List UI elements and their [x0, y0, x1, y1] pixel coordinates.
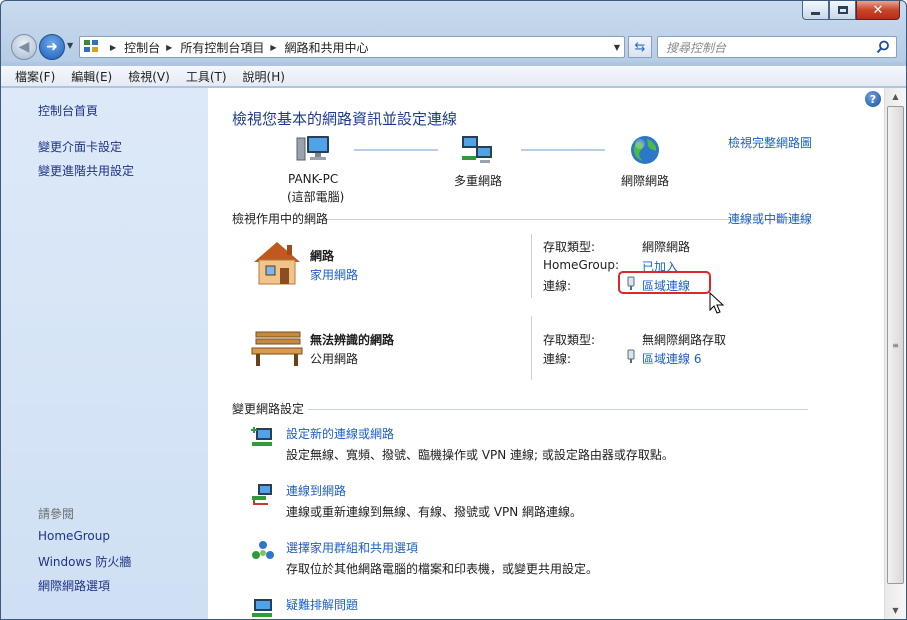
section-divider — [308, 409, 808, 410]
computer-icon — [296, 136, 329, 161]
access-type-label: 存取類型: — [543, 333, 596, 347]
map-multiple-networks-label: 多重網路 — [454, 174, 503, 188]
public-network-type: 公用網路 — [310, 352, 359, 366]
connect-to-network-desc: 連線或重新連線到無線、有線、撥號或 VPN 網路連線。 — [286, 505, 583, 519]
title-bar: ✕ — [1, 1, 906, 29]
homegroup-label: HomeGroup: — [543, 258, 620, 272]
sidebar-homegroup[interactable]: HomeGroup — [38, 529, 110, 543]
map-internet-label: 網際網路 — [621, 174, 670, 188]
connect-disconnect-link[interactable]: 連線或中斷連線 — [728, 210, 812, 227]
connect-network-icon — [252, 484, 272, 505]
recent-pages-dropdown[interactable]: ▼ — [67, 41, 73, 50]
arrow-left-icon: ◀ — [18, 39, 30, 55]
scroll-thumb[interactable]: ≡ — [887, 106, 904, 584]
search-icon[interactable] — [876, 40, 890, 54]
map-computer-sublabel: (這部電腦) — [287, 190, 345, 204]
homegroup-sharing-icon — [252, 541, 274, 559]
caption-buttons: ✕ — [802, 1, 900, 20]
local-connection-6-link[interactable]: 區域連線 6 — [642, 350, 701, 367]
map-link-line — [354, 149, 438, 151]
back-button[interactable]: ◀ — [11, 34, 37, 60]
sidebar-windows-firewall[interactable]: Windows 防火牆 — [38, 553, 131, 570]
map-computer-label: PANK-PC — [288, 172, 339, 186]
breadcrumb-separator-icon: ▶ — [110, 42, 117, 52]
ethernet-icon — [627, 349, 635, 363]
search-placeholder: 搜尋控制台 — [666, 40, 727, 55]
troubleshoot-link[interactable]: 疑難排解問題 — [286, 596, 358, 613]
internet-globe-icon — [631, 136, 659, 164]
map-link-line — [521, 149, 605, 151]
grip-icon: ≡ — [892, 340, 899, 350]
mouse-cursor-icon — [709, 291, 725, 314]
change-settings-heading: 變更網路設定 — [232, 402, 305, 416]
window: ✕ ◀ ➜ ▼ ▶ 控制台 ▶ 所有控制台項目 ▶ 網路和共用中心 ▼ ⇆ 搜尋… — [0, 0, 907, 620]
scroll-up-arrow-icon[interactable]: ▲ — [885, 88, 906, 105]
breadcrumb-all-items[interactable]: 所有控制台項目 — [180, 39, 264, 56]
question-icon: ? — [869, 92, 877, 106]
unidentified-network-name: 無法辨識的網路 — [310, 333, 395, 347]
access-type-value: 無網際網路存取 — [642, 333, 727, 347]
breadcrumb-control-panel[interactable]: 控制台 — [124, 39, 160, 56]
setup-new-connection-desc: 設定無線、寬頻、撥號、臨機操作或 VPN 連線; 或設定路由器或存取點。 — [286, 448, 674, 462]
sidebar-internet-options[interactable]: 網際網路選項 — [38, 577, 110, 594]
maximize-icon — [837, 6, 848, 14]
minimize-icon — [811, 11, 820, 15]
new-connection-icon — [251, 427, 272, 446]
homegroup-sharing-link[interactable]: 選擇家用群組和共用選項 — [286, 539, 418, 556]
breadcrumb-network-center[interactable]: 網路和共用中心 — [285, 39, 369, 56]
refresh-icon: ⇆ — [634, 39, 646, 55]
menu-tools[interactable]: 工具(T) — [178, 68, 235, 85]
menu-file[interactable]: 檔案(F) — [7, 68, 63, 85]
address-row: ◀ ➜ ▼ ▶ 控制台 ▶ 所有控制台項目 ▶ 網路和共用中心 ▼ ⇆ 搜尋控制… — [1, 31, 906, 63]
vertical-scrollbar[interactable]: ▲ ≡ ▼ — [884, 88, 906, 619]
maximize-button[interactable] — [829, 1, 856, 20]
sidebar: 控制台首頁 變更介面卡設定 變更進階共用設定 請參閱 HomeGroup Win… — [1, 88, 208, 619]
connection-label: 連線: — [543, 279, 572, 293]
control-panel-icon — [84, 40, 100, 54]
access-type-value: 網際網路 — [642, 240, 691, 254]
public-network-bench-icon — [251, 331, 303, 366]
arrow-right-icon: ➜ — [46, 39, 58, 55]
menu-view[interactable]: 檢視(V) — [120, 68, 178, 85]
connect-to-network-link[interactable]: 連線到網路 — [286, 482, 346, 499]
network-name: 網路 — [310, 249, 335, 263]
search-input[interactable]: 搜尋控制台 — [657, 36, 897, 58]
forward-button[interactable]: ➜ — [39, 34, 65, 60]
page-title: 檢視您基本的網路資訊並設定連線 — [232, 110, 458, 128]
breadcrumb-separator-icon[interactable]: ▶ — [166, 43, 172, 52]
highlight-annotation — [618, 271, 711, 294]
breadcrumb-separator-icon[interactable]: ▶ — [270, 43, 276, 52]
close-button[interactable]: ✕ — [856, 1, 900, 20]
multiple-networks-icon — [462, 136, 492, 163]
help-button[interactable]: ? — [865, 91, 881, 107]
sidebar-control-panel-home[interactable]: 控制台首頁 — [38, 102, 98, 119]
connection-label: 連線: — [543, 352, 572, 366]
network-details-divider — [531, 234, 532, 298]
menu-edit[interactable]: 編輯(E) — [63, 68, 120, 85]
sidebar-change-adapter-settings[interactable]: 變更介面卡設定 — [38, 138, 122, 155]
homegroup-sharing-desc: 存取位於其他網路電腦的檔案和印表機，或變更共用設定。 — [286, 562, 599, 576]
menu-help[interactable]: 說明(H) — [235, 68, 293, 85]
scroll-down-arrow-icon[interactable]: ▼ — [885, 602, 906, 619]
setup-new-connection-link[interactable]: 設定新的連線或網路 — [286, 425, 394, 442]
menu-bar: 檔案(F) 編輯(E) 檢視(V) 工具(T) 說明(H) — [1, 65, 906, 87]
address-bar[interactable]: ▶ 控制台 ▶ 所有控制台項目 ▶ 網路和共用中心 ▼ — [79, 36, 625, 58]
main-content: 檢視您基本的網路資訊並設定連線 檢視完整網路圖 PANK-PC (這部電腦) 多… — [208, 88, 884, 619]
refresh-button[interactable]: ⇆ — [628, 36, 652, 58]
access-type-label: 存取類型: — [543, 240, 596, 254]
troubleshoot-icon — [252, 599, 272, 617]
address-dropdown-icon[interactable]: ▼ — [614, 43, 620, 52]
view-full-map-link[interactable]: 檢視完整網路圖 — [728, 134, 812, 151]
network-details-divider — [531, 316, 532, 380]
close-icon: ✕ — [872, 2, 884, 18]
sidebar-see-also-heading: 請參閱 — [38, 507, 75, 521]
network-type-link[interactable]: 家用網路 — [310, 266, 358, 283]
home-network-icon — [254, 242, 300, 285]
minimize-button[interactable] — [802, 1, 829, 20]
active-networks-heading: 檢視作用中的網路 — [232, 212, 329, 226]
sidebar-change-advanced-sharing[interactable]: 變更進階共用設定 — [38, 162, 134, 179]
